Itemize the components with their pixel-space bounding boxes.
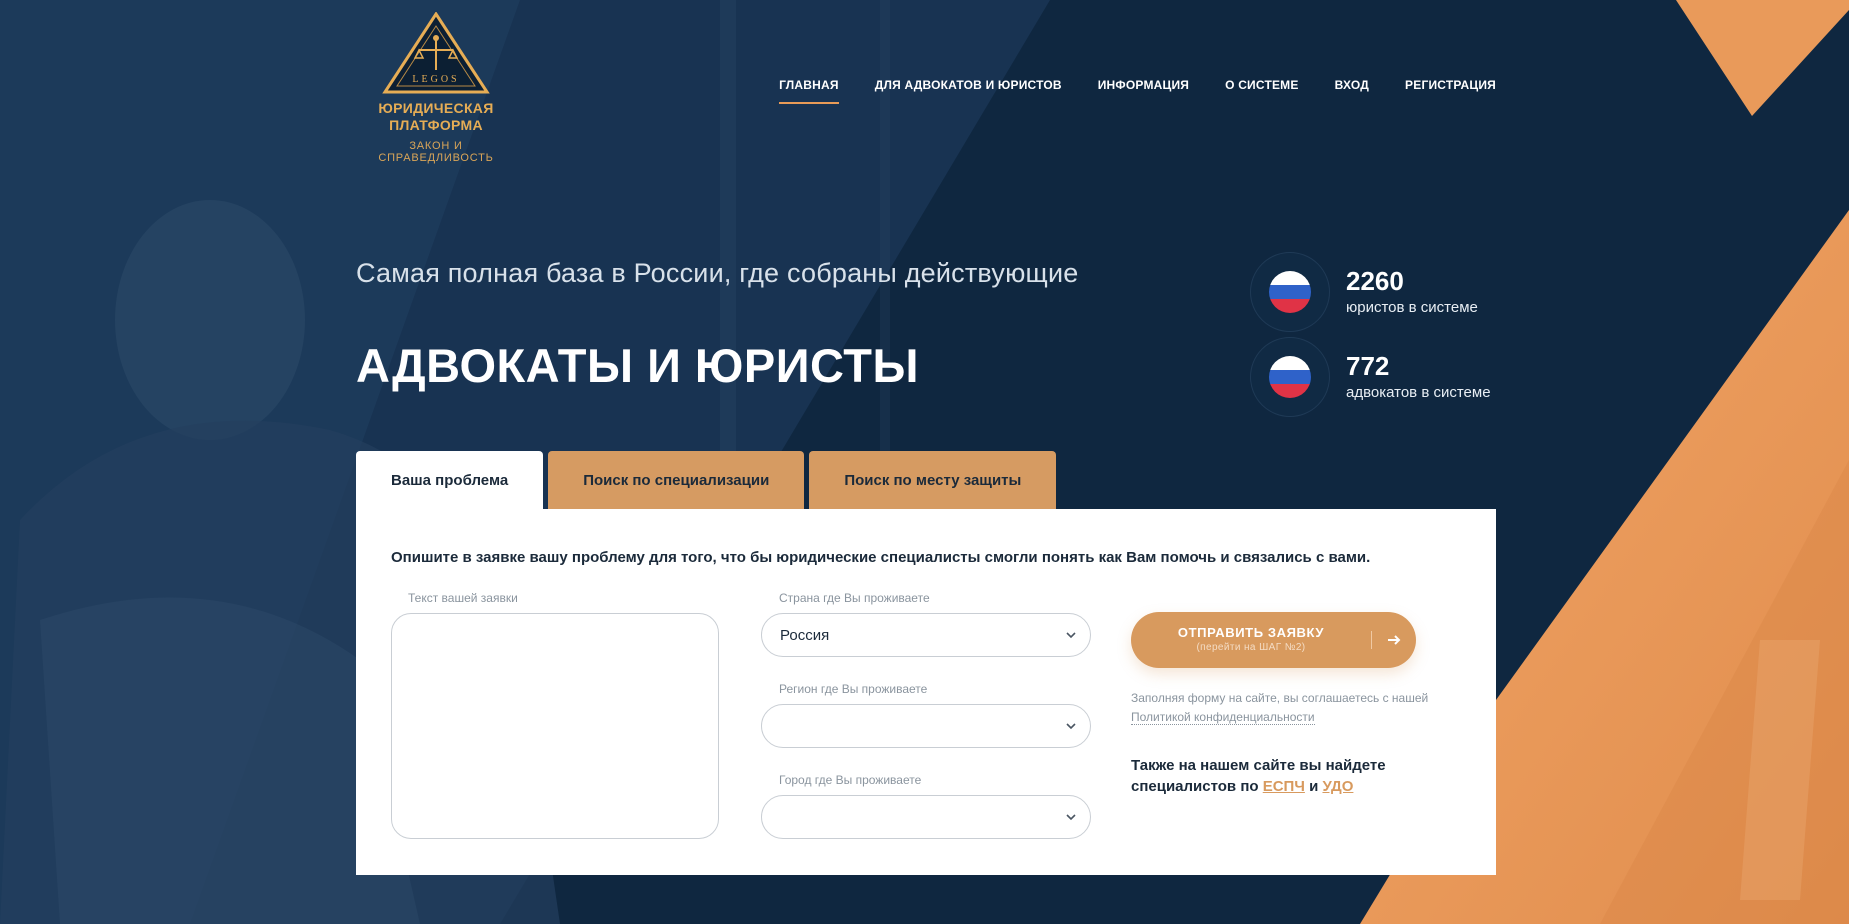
submit-button-hint: (перейти на ШАГ №2) <box>1196 642 1306 653</box>
scales-triangle-icon: LEGOS <box>382 12 490 94</box>
consent-text: Заполняя форму на сайте, вы соглашаетесь… <box>1131 691 1429 705</box>
country-label: Страна где Вы проживаете <box>779 591 930 605</box>
nav-item-about[interactable]: О СИСТЕМЕ <box>1225 78 1298 104</box>
nav-item-login[interactable]: ВХОД <box>1335 78 1369 104</box>
stat-lawyers-value: 2260 <box>1346 266 1404 296</box>
tab-your-problem[interactable]: Ваша проблема <box>356 451 544 509</box>
parole-link[interactable]: УДО <box>1322 778 1353 795</box>
hero-subtitle: Самая полная база в России, где собраны … <box>356 258 1079 288</box>
form-intro: Опишите в заявке вашу проблему для того,… <box>391 549 1371 566</box>
stat-lawyers: 2260 юристов в системе <box>1250 252 1478 332</box>
request-text-input[interactable] <box>391 613 719 839</box>
region-label: Регион где Вы проживаете <box>779 682 928 696</box>
also-find-note: Также на нашем сайте вы найдете специали… <box>1131 755 1431 797</box>
logo-emblem-text: LEGOS <box>412 74 459 85</box>
echr-link[interactable]: ЕСПЧ <box>1263 778 1305 795</box>
city-label: Город где Вы проживаете <box>779 773 922 787</box>
chevron-down-icon <box>1066 814 1076 821</box>
stat-circle <box>1250 252 1330 332</box>
arrow-right-icon <box>1388 635 1401 645</box>
stat-advocates-value: 772 <box>1346 351 1390 381</box>
logo-subtitle: ЗАКОН И СПРАВЕДЛИВОСТЬ <box>378 140 494 164</box>
nav-item-register[interactable]: РЕГИСТРАЦИЯ <box>1405 78 1496 104</box>
nav-item-home[interactable]: ГЛАВНАЯ <box>779 78 839 104</box>
stat-lawyers-label: юристов в системе <box>1346 299 1478 316</box>
main-nav: ГЛАВНАЯ ДЛЯ АДВОКАТОВ И ЮРИСТОВ ИНФОРМАЦ… <box>779 78 1496 104</box>
city-select[interactable] <box>761 795 1091 839</box>
tab-by-specialization[interactable]: Поиск по специализации <box>548 451 805 509</box>
site-logo[interactable]: LEGOS ЮРИДИЧЕСКАЯ ПЛАТФОРМА ЗАКОН И СПРА… <box>355 12 517 164</box>
nav-item-information[interactable]: ИНФОРМАЦИЯ <box>1098 78 1189 104</box>
request-text-label: Текст вашей заявки <box>408 591 518 605</box>
privacy-policy-link[interactable]: Политикой конфиденциальности <box>1131 710 1315 725</box>
russia-flag-icon <box>1269 271 1311 313</box>
stat-advocates-label: адвокатов в системе <box>1346 384 1491 401</box>
search-tabs: Ваша проблема Поиск по специализации Пои… <box>356 451 1057 509</box>
russia-flag-icon <box>1269 356 1311 398</box>
country-select[interactable]: Россия <box>761 613 1091 657</box>
country-select-value: Россия <box>780 626 830 644</box>
nav-item-for-lawyers[interactable]: ДЛЯ АДВОКАТОВ И ЮРИСТОВ <box>875 78 1062 104</box>
chevron-down-icon <box>1066 723 1076 730</box>
chevron-down-icon <box>1066 632 1076 639</box>
stat-advocates: 772 адвокатов в системе <box>1250 337 1491 417</box>
submit-separator <box>1371 631 1372 649</box>
hero-title: АДВОКАТЫ И ЮРИСТЫ <box>356 339 919 392</box>
also-and: и <box>1309 778 1319 795</box>
consent-note: Заполняя форму на сайте, вы соглашаетесь… <box>1131 689 1461 727</box>
tab-by-location[interactable]: Поиск по месту защиты <box>809 451 1057 509</box>
submit-button-label: ОТПРАВИТЬ ЗАЯВКУ <box>1177 625 1325 640</box>
region-select[interactable] <box>761 704 1091 748</box>
submit-request-button[interactable]: ОТПРАВИТЬ ЗАЯВКУ (перейти на ШАГ №2) <box>1131 612 1416 668</box>
stat-circle <box>1250 337 1330 417</box>
request-form-panel: Опишите в заявке вашу проблему для того,… <box>356 509 1496 875</box>
logo-title: ЮРИДИЧЕСКАЯ ПЛАТФОРМА <box>378 100 494 133</box>
